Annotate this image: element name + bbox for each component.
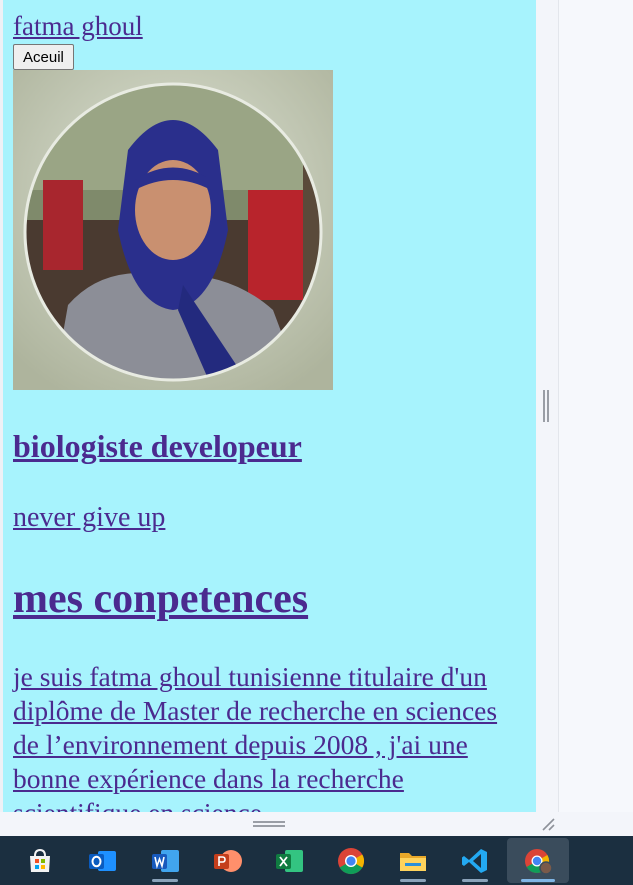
bio-paragraph[interactable]: je suis fatma ghoul tunisienne titulaire…: [13, 661, 497, 812]
running-indicator: [400, 879, 426, 882]
chrome-icon[interactable]: [320, 838, 382, 883]
profile-photo-image: [13, 70, 333, 390]
powerpoint-icon[interactable]: [196, 838, 258, 883]
browser-viewport: fatma ghoul Aceuil biologiste developeur…: [0, 0, 539, 812]
file-explorer-icon[interactable]: [382, 838, 444, 883]
resize-handle-icon[interactable]: [540, 816, 556, 832]
word-icon[interactable]: [134, 838, 196, 883]
vscode-icon[interactable]: [444, 838, 506, 883]
side-pane: [558, 0, 633, 812]
motto-link[interactable]: never give up: [13, 500, 165, 536]
running-indicator: [521, 879, 555, 882]
taskbar: [0, 836, 633, 885]
splitter-grip-horizontal-icon: [253, 821, 285, 827]
excel-icon[interactable]: [258, 838, 320, 883]
role-heading[interactable]: biologiste developeur: [13, 424, 302, 468]
running-indicator: [462, 879, 488, 882]
site-title-link[interactable]: fatma ghoul: [13, 8, 143, 44]
vertical-splitter[interactable]: [536, 0, 558, 812]
outlook-icon[interactable]: [71, 838, 133, 883]
running-indicator: [152, 879, 178, 882]
chrome-profile-icon[interactable]: [507, 838, 569, 883]
skills-heading[interactable]: mes conpetences: [13, 572, 308, 626]
profile-photo: [13, 70, 333, 390]
splitter-grip-icon: [543, 390, 549, 422]
microsoft-store-icon[interactable]: [9, 838, 71, 883]
horizontal-splitter[interactable]: [0, 812, 558, 836]
home-button[interactable]: Aceuil: [13, 44, 74, 70]
